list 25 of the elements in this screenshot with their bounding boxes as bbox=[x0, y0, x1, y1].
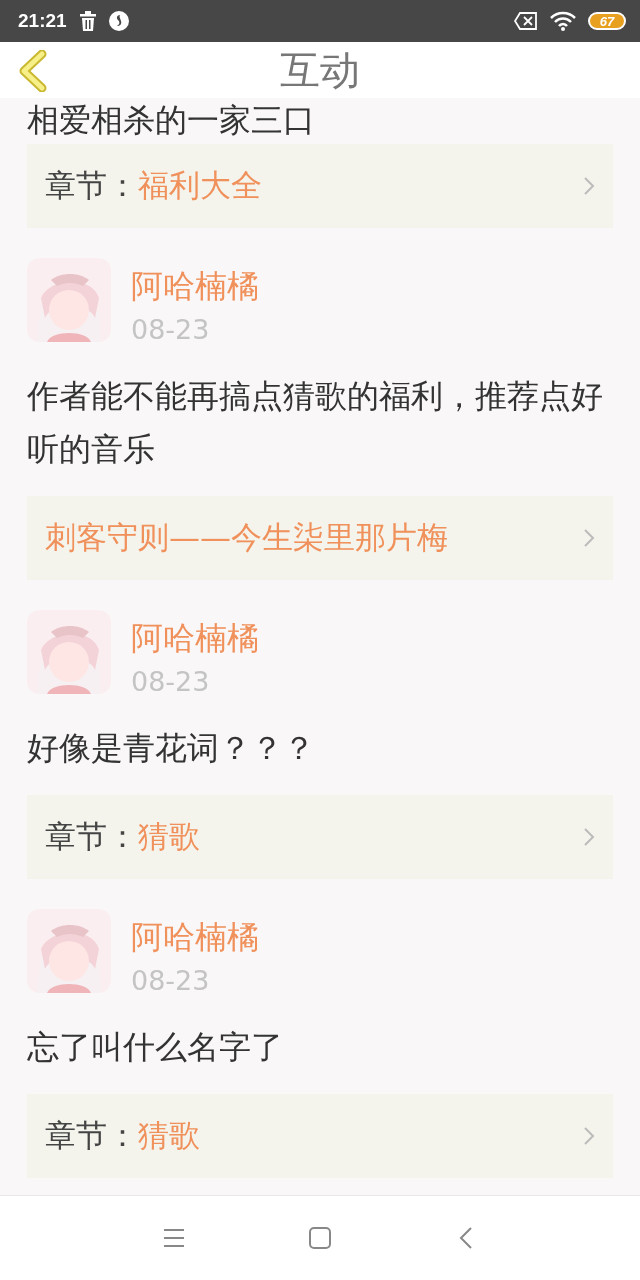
comment-text: 好像是青花词？？？ bbox=[27, 728, 316, 769]
chevron-right-icon bbox=[583, 1126, 595, 1146]
clock: 21:21 bbox=[18, 10, 67, 32]
trash-icon bbox=[78, 11, 97, 31]
page-title: 互动 bbox=[280, 50, 360, 90]
comment-text: 相爱相杀的一家三口 bbox=[27, 100, 316, 140]
chapter-link[interactable]: 章节：福利大全 bbox=[27, 144, 613, 228]
menu-icon bbox=[162, 1227, 186, 1249]
no-sim-icon bbox=[514, 12, 538, 30]
chevron-right-icon bbox=[583, 176, 595, 196]
square-icon bbox=[308, 1227, 332, 1249]
author-name[interactable]: 阿哈楠橘 bbox=[131, 266, 259, 306]
chevron-right-icon bbox=[583, 827, 595, 847]
comment-text: 忘了叫什么名字了 bbox=[27, 1027, 284, 1068]
chapter-link[interactable]: 章节：猜歌 bbox=[27, 795, 613, 879]
music-icon bbox=[108, 11, 129, 31]
comment-text: 作者能不能再搞点猜歌的福利，推荐点好听的音乐 bbox=[27, 376, 604, 470]
chapter-link[interactable]: 刺客守则——今生柒里那片梅 bbox=[27, 496, 613, 580]
chevron-left-icon bbox=[18, 50, 48, 92]
wifi-icon bbox=[550, 11, 576, 31]
chevron-right-icon bbox=[583, 528, 595, 548]
battery-icon: 67 bbox=[588, 12, 626, 30]
author-name[interactable]: 阿哈楠橘 bbox=[131, 917, 259, 957]
author-name[interactable]: 阿哈楠橘 bbox=[131, 618, 259, 658]
chapter-link[interactable]: 章节：猜歌 bbox=[27, 1094, 613, 1178]
